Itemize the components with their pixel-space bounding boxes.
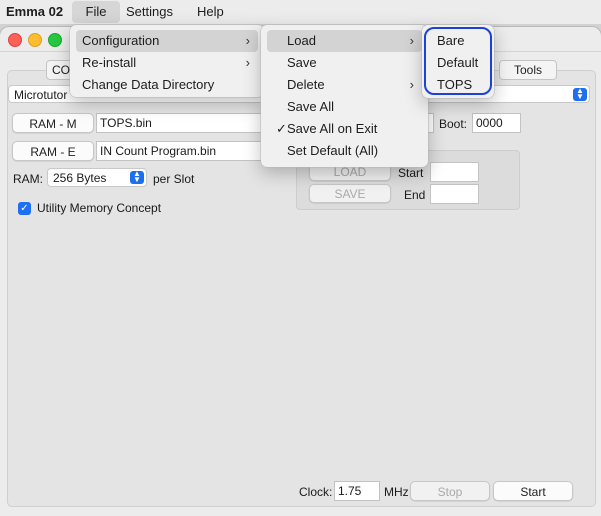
- stop-button[interactable]: Stop: [410, 481, 490, 501]
- start-button[interactable]: Start: [493, 481, 573, 501]
- close-button[interactable]: [8, 33, 22, 47]
- start-address-field[interactable]: [430, 162, 479, 182]
- clock-label: Clock:: [299, 485, 333, 499]
- menu-item-configuration[interactable]: Configuration ›: [76, 30, 258, 52]
- utility-memory-label: Utility Memory Concept: [37, 201, 162, 215]
- ram-m-button[interactable]: RAM - M: [12, 113, 94, 133]
- boot-field[interactable]: 0000: [472, 113, 521, 133]
- utility-memory-checkbox[interactable]: ✓: [18, 202, 31, 215]
- ram-m-file-field[interactable]: TOPS.bin: [96, 113, 266, 133]
- load-label: Load: [287, 33, 316, 48]
- menu-item-save[interactable]: Save: [267, 52, 422, 74]
- submenu-arrow-icon: ›: [409, 33, 414, 48]
- settings-menu[interactable]: Settings: [126, 0, 173, 24]
- ram-size-value: 256 Bytes: [53, 171, 107, 185]
- end-address-label: End: [404, 188, 426, 202]
- select-stepper-icon: ▲ ▼: [573, 87, 587, 101]
- reinstall-label: Re-install: [82, 55, 137, 70]
- checkmark-icon: ✓: [276, 121, 287, 136]
- per-slot-label: per Slot: [153, 172, 195, 186]
- ram-e-file-field[interactable]: IN Count Program.bin: [96, 141, 266, 161]
- configuration-submenu: Load › Save Delete › Save All ✓ Save All…: [261, 25, 428, 167]
- minimize-button[interactable]: [28, 33, 42, 47]
- ram-label: RAM:: [13, 172, 43, 186]
- end-address-field[interactable]: [430, 184, 479, 204]
- submenu-arrow-icon: ›: [245, 55, 250, 70]
- mhz-label: MHz: [384, 485, 409, 499]
- save-button[interactable]: SAVE: [309, 184, 391, 203]
- clock-field[interactable]: 1.75: [334, 481, 380, 501]
- start-address-label: Start: [398, 166, 424, 180]
- menu-item-load[interactable]: Load ›: [267, 30, 422, 52]
- menu-item-save-all-on-exit[interactable]: ✓ Save All on Exit: [267, 118, 422, 140]
- load-submenu-focus-ring: [424, 27, 492, 95]
- file-menu[interactable]: File: [72, 1, 120, 23]
- save-all-on-exit-label: Save All on Exit: [287, 121, 378, 136]
- help-menu[interactable]: Help: [197, 0, 224, 24]
- computer-select-value: Microtutor: [14, 88, 68, 102]
- boot-label: Boot:: [439, 117, 468, 131]
- file-dropdown: Configuration › Re-install › Change Data…: [70, 25, 264, 97]
- menu-item-set-default-all[interactable]: Set Default (All): [267, 140, 422, 162]
- ram-size-select[interactable]: 256 Bytes ▲ ▼: [47, 168, 147, 187]
- zoom-button[interactable]: [48, 33, 62, 47]
- delete-label: Delete: [287, 77, 325, 92]
- ram-e-button[interactable]: RAM - E: [12, 141, 94, 161]
- app-menu[interactable]: Emma 02: [6, 0, 63, 24]
- menu-item-reinstall[interactable]: Re-install ›: [76, 52, 258, 74]
- ram-stepper-icon: ▲ ▼: [130, 170, 144, 184]
- menu-item-delete[interactable]: Delete ›: [267, 74, 422, 96]
- submenu-arrow-icon: ›: [409, 77, 414, 92]
- menu-bar: Emma 02 File Settings Help: [0, 0, 601, 24]
- submenu-arrow-icon: ›: [245, 33, 250, 48]
- tab-tools[interactable]: Tools: [499, 60, 557, 80]
- configuration-label: Configuration: [82, 33, 160, 48]
- menu-item-save-all[interactable]: Save All: [267, 96, 422, 118]
- menu-item-change-data-directory[interactable]: Change Data Directory: [76, 74, 258, 96]
